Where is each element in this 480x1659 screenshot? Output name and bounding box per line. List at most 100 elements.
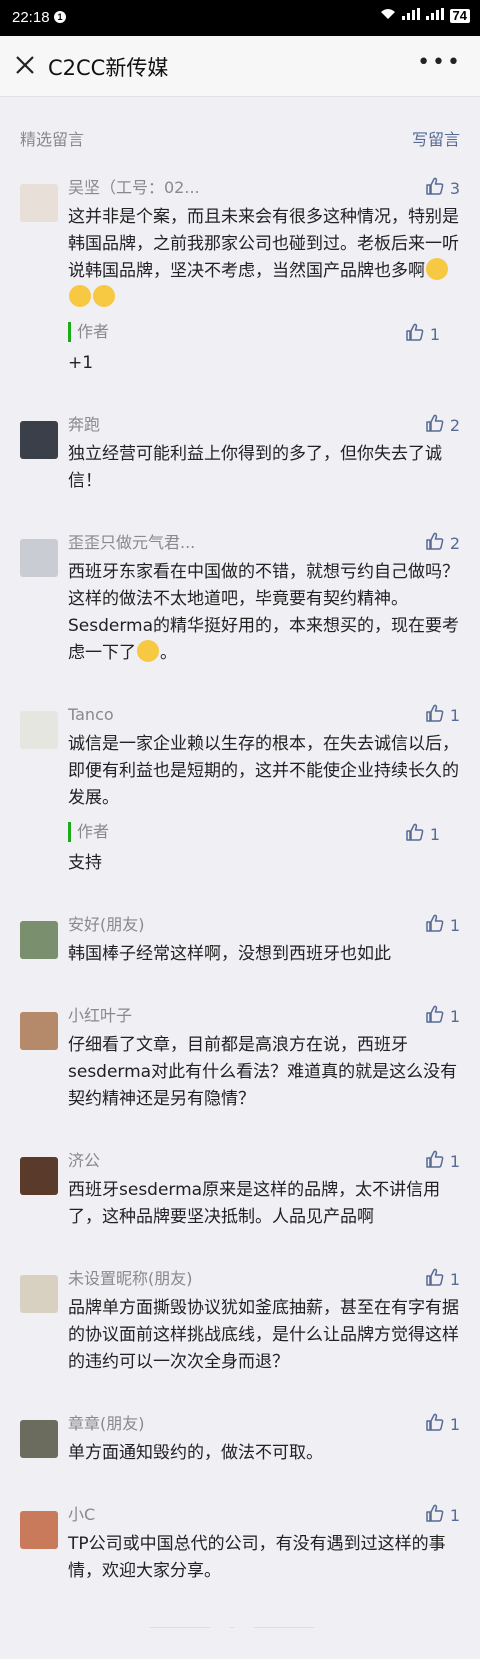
thumbs-up-icon: [425, 703, 445, 727]
like-count: 1: [449, 1414, 460, 1434]
comment-item: Tanco 1 诚信是一家企业赖以生存的根本，在失去诚信以后，即便有利益也是短期的，…: [0, 703, 480, 877]
comment-text-content: 仔细看了文章，目前都是高浪方在说，西班牙sesderma对此有什么看法？难道真的…: [68, 1035, 458, 1109]
thumbs-up-icon: [425, 1149, 445, 1173]
author-reply: 作者 1 支持: [68, 822, 460, 877]
avatar[interactable]: [20, 1157, 58, 1195]
thumbs-up-icon: [405, 322, 425, 346]
thumbs-up-icon: [425, 413, 445, 437]
comment-text: 韩国棒子经常这样啊，没想到西班牙也如此: [68, 941, 460, 968]
write-comment-link[interactable]: 写留言: [412, 126, 460, 150]
like-button[interactable]: 3: [425, 176, 460, 200]
comment-text-content: 西班牙东家看在中国做的不错，就想亏约自己做吗？这样的做法不太地道吧，毕竟要有契约…: [68, 562, 460, 663]
signal-icon-2: [425, 8, 444, 23]
comment-text-content: 诚信是一家企业赖以生存的根本，在失去诚信以后，即便有利益也是短期的，这并不能使企…: [68, 734, 459, 808]
comment-item: 奔跑 2 独立经营可能利益上你得到的多了，但你失去了诚信！: [0, 413, 480, 495]
like-button[interactable]: 1: [425, 703, 460, 727]
comment-text-content: 独立经营可能利益上你得到的多了，但你失去了诚信！: [68, 444, 442, 491]
featured-comments-label: 精选留言: [20, 130, 85, 149]
comment-nickname: 小红叶子: [68, 1006, 133, 1025]
comment-text-content: 韩国棒子经常这样啊，没想到西班牙也如此: [68, 944, 391, 964]
like-count: 1: [449, 705, 460, 725]
reply-like-button[interactable]: 1: [405, 322, 440, 346]
comment-item: 济公 1 西班牙sesderma原来是这样的品牌，太不讲信用了，这种品牌要坚决抵制。…: [0, 1149, 480, 1231]
more-options-icon[interactable]: •••: [417, 50, 462, 75]
comment-text: 品牌单方面撕毁协议犹如釜底抽薪，甚至在有字有据的协议面前这样挑战底线，是什么让品…: [68, 1295, 460, 1376]
like-count: 1: [449, 1505, 460, 1525]
like-count: 3: [449, 178, 460, 198]
thumbs-up-icon: [425, 1503, 445, 1527]
avatar[interactable]: [20, 539, 58, 577]
comment-nickname: 未设置昵称(朋友): [68, 1269, 193, 1288]
avatar[interactable]: [20, 421, 58, 459]
like-count: 2: [449, 533, 460, 553]
comment-item: 安好(朋友) 1 韩国棒子经常这样啊，没想到西班牙也如此: [0, 913, 480, 968]
battery-icon: 74: [449, 8, 470, 23]
comment-text-content: 西班牙sesderma原来是这样的品牌，太不讲信用了，这种品牌要坚决抵制。人品见…: [68, 1180, 441, 1227]
comment-text: TP公司或中国总代的公司，有没有遇到过这样的事情，欢迎大家分享。: [68, 1531, 460, 1585]
reply-like-count: 1: [429, 324, 440, 344]
like-button[interactable]: 2: [425, 413, 460, 437]
avatar[interactable]: [20, 184, 58, 222]
comment-text: 单方面通知毁约的，做法不可取。: [68, 1440, 460, 1467]
like-button[interactable]: 1: [425, 1503, 460, 1527]
like-count: 1: [449, 1151, 460, 1171]
thumbs-up-icon: [425, 1267, 445, 1291]
wifi-icon: [380, 8, 396, 23]
comment-text: 西班牙sesderma原来是这样的品牌，太不讲信用了，这种品牌要坚决抵制。人品见…: [68, 1177, 460, 1231]
reply-like-button[interactable]: 1: [405, 822, 440, 846]
like-button[interactable]: 1: [425, 1149, 460, 1173]
like-button[interactable]: 1: [425, 1267, 460, 1291]
comment-text-content: 品牌单方面撕毁协议犹如釜底抽薪，甚至在有字有据的协议面前这样挑战底线，是什么让品…: [68, 1298, 459, 1372]
status-bar: 22:18 1 74: [0, 0, 480, 36]
thumbs-up-icon: [425, 913, 445, 937]
reply-text: +1: [68, 353, 94, 373]
comment-nickname: 吴坚（工号：02...: [68, 178, 200, 197]
comment-nickname: 章章(朋友): [68, 1414, 145, 1433]
emoji-icon: [93, 285, 115, 307]
avatar[interactable]: [20, 711, 58, 749]
comment-text-content: 单方面通知毁约的，做法不可取。: [68, 1443, 323, 1463]
comment-item: 小红叶子 1 仔细看了文章，目前都是高浪方在说，西班牙sesderma对此有什么看法…: [0, 1004, 480, 1113]
comment-text: 仔细看了文章，目前都是高浪方在说，西班牙sesderma对此有什么看法？难道真的…: [68, 1032, 460, 1113]
emoji-icon: [426, 258, 448, 280]
page-title: C2CC新传媒: [48, 56, 169, 80]
avatar[interactable]: [20, 1275, 58, 1313]
status-time: 22:18: [12, 9, 50, 26]
avatar[interactable]: [20, 921, 58, 959]
avatar[interactable]: [20, 1420, 58, 1458]
close-icon[interactable]: [12, 52, 38, 78]
author-reply: 作者 1 +1: [68, 322, 460, 377]
comment-text: 西班牙东家看在中国做的不错，就想亏约自己做吗？这样的做法不太地道吧，毕竟要有契约…: [68, 559, 460, 667]
notification-badge: 1: [54, 11, 66, 23]
like-button[interactable]: 2: [425, 531, 460, 555]
reply-author-label: 作者: [68, 822, 460, 842]
comment-item: 吴坚（工号：02... 3 这并非是个案，而且未来会有很多这种情况，特别是韩国品牌，…: [0, 176, 480, 377]
like-button[interactable]: 1: [425, 1412, 460, 1436]
emoji-icon: [137, 640, 159, 662]
like-button[interactable]: 1: [425, 913, 460, 937]
reply-author-label: 作者: [68, 322, 460, 342]
thumbs-up-icon: [425, 176, 445, 200]
comment-nickname: 歪歪只做元气君...: [68, 533, 196, 552]
signal-icon-1: [401, 8, 420, 23]
top-nav-bar: C2CC新传媒 •••: [0, 36, 480, 97]
comment-nickname: 小C: [68, 1505, 96, 1524]
thumbs-up-icon: [405, 822, 425, 846]
thumbs-up-icon: [425, 1412, 445, 1436]
comment-nickname: 奔跑: [68, 415, 101, 434]
like-button[interactable]: 1: [425, 1004, 460, 1028]
like-count: 1: [449, 1006, 460, 1026]
comment-item: 小C 1 TP公司或中国总代的公司，有没有遇到过这样的事情，欢迎大家分享。: [0, 1503, 480, 1585]
comment-text-content: TP公司或中国总代的公司，有没有遇到过这样的事情，欢迎大家分享。: [68, 1534, 446, 1581]
comment-item: 章章(朋友) 1 单方面通知毁约的，做法不可取。: [0, 1412, 480, 1467]
like-count: 1: [449, 915, 460, 935]
comment-nickname: 安好(朋友): [68, 915, 145, 934]
comments-header: 精选留言 写留言: [0, 118, 480, 158]
avatar[interactable]: [20, 1511, 58, 1549]
thumbs-up-icon: [425, 531, 445, 555]
comment-nickname: 济公: [68, 1151, 101, 1170]
avatar[interactable]: [20, 1012, 58, 1050]
comment-item: 歪歪只做元气君... 2 西班牙东家看在中国做的不错，就想亏约自己做吗？这样的做法不…: [0, 531, 480, 667]
comment-list: 吴坚（工号：02... 3 这并非是个案，而且未来会有很多这种情况，特别是韩国品牌，…: [0, 176, 480, 1621]
reply-like-count: 1: [429, 824, 440, 844]
